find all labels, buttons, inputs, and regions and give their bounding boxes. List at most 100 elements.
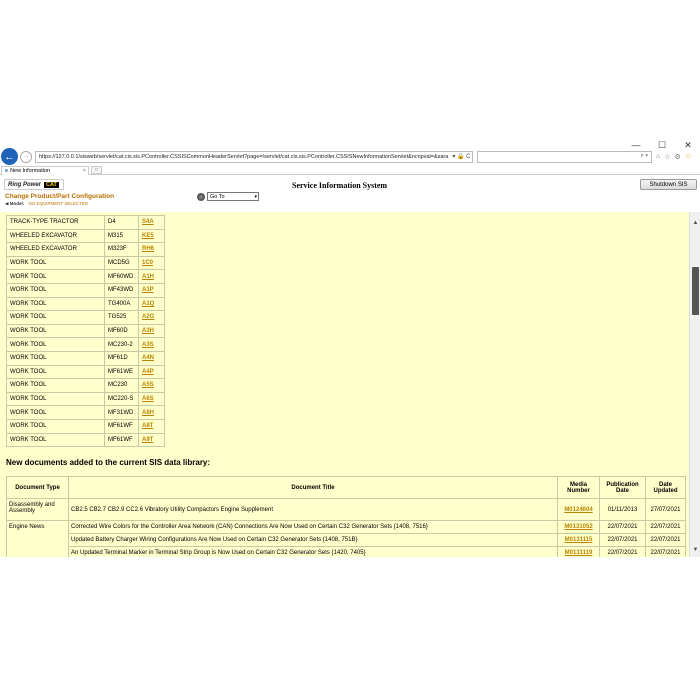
scroll-thumb[interactable]: [692, 267, 699, 315]
shutdown-sis-button[interactable]: Shutdown SIS: [640, 179, 697, 190]
serial-prefix-link[interactable]: A4P: [142, 369, 154, 375]
document-type: Disassembly and Assembly: [6, 498, 69, 521]
media-number-link[interactable]: M0131115: [565, 537, 593, 543]
product-row: WORK TOOL TG525 A2G: [6, 310, 165, 325]
date-updated: 22/07/2021: [645, 533, 686, 547]
product-prefix-cell: A1P: [138, 282, 165, 298]
date-updated: 22/07/2021: [645, 520, 686, 534]
search-icon: ⌕ ▾: [640, 153, 648, 159]
product-model: MC230-2: [104, 337, 139, 352]
serial-prefix-link[interactable]: A1P: [142, 287, 154, 293]
serial-prefix-link[interactable]: A3H: [142, 328, 154, 334]
scroll-down-icon[interactable]: ▼: [690, 545, 700, 555]
publication-date: 22/07/2021: [599, 546, 646, 557]
sis-header: Ring Power CAT Service Information Syste…: [0, 176, 700, 212]
document-title: Corrected Wire Colors for the Controller…: [68, 520, 558, 534]
ringpower-logo: Ring Power: [8, 181, 42, 188]
search-input[interactable]: ⌕ ▾: [477, 150, 652, 163]
serial-prefix-link[interactable]: A6S: [142, 396, 154, 402]
goto-control: Go To ▾: [197, 192, 259, 201]
product-model: MC230: [104, 378, 139, 393]
docs-header-row: Document Type Document Title Media Numbe…: [6, 476, 686, 499]
product-prefix-cell: A3S: [138, 337, 165, 352]
serial-prefix-link[interactable]: A5S: [142, 382, 154, 388]
product-model: D4: [104, 215, 139, 230]
back-arrow-icon: ←: [4, 150, 15, 163]
serial-prefix-link[interactable]: A8T: [142, 423, 153, 429]
product-row: WORK TOOL MC220-S A6S: [6, 391, 165, 407]
product-prefix-cell: A1H: [138, 269, 165, 284]
new-tab-button[interactable]: □: [91, 166, 102, 174]
security-lock-icon[interactable]: ▾ 🔒 C: [448, 153, 470, 160]
serial-prefix-link[interactable]: A1Q: [142, 301, 154, 307]
document-type: Engine News: [6, 520, 69, 557]
doc-row: Disassembly and Assembly CB2.5 CB2.7 CB2.…: [6, 498, 686, 521]
product-model: TG525: [104, 310, 139, 325]
serial-prefix-link[interactable]: A1H: [142, 274, 154, 280]
product-row: WHEELED EXCAVATOR M323F RH6: [6, 242, 165, 257]
product-model: MC220-S: [104, 391, 139, 407]
home-icon[interactable]: ⌂: [656, 153, 660, 161]
publication-date: 01/11/2013: [599, 498, 646, 521]
serial-prefix-link[interactable]: S4A: [142, 219, 154, 225]
product-prefix-cell: 1C0: [138, 255, 165, 271]
serial-prefix-link[interactable]: A4N: [142, 355, 154, 361]
product-row: WORK TOOL MF43WD A1P: [6, 282, 165, 298]
feedback-smiley-icon[interactable]: ☺: [685, 153, 692, 161]
vertical-scrollbar[interactable]: ▲ ▼: [689, 212, 700, 557]
product-model: MCD5G: [104, 255, 139, 271]
product-prefix-cell: A6S: [138, 391, 165, 407]
forward-button[interactable]: →: [20, 150, 32, 163]
product-family: WORK TOOL: [6, 269, 105, 284]
serial-prefix-link[interactable]: A3S: [142, 342, 154, 348]
publication-date: 22/07/2021: [599, 520, 646, 534]
scroll-up-icon[interactable]: ▲: [690, 218, 700, 228]
serial-prefix-link[interactable]: A9T: [142, 437, 153, 443]
col-date-updated: Date Updated: [645, 476, 686, 499]
media-number-cell: M0124604: [557, 498, 600, 521]
settings-gear-icon[interactable]: ⚙: [675, 153, 681, 161]
media-number-link[interactable]: M0131119: [565, 550, 593, 556]
goto-globe-icon[interactable]: [197, 192, 205, 201]
change-product-config-link[interactable]: Change Product/Part Configuration: [5, 193, 114, 200]
tab-new-information[interactable]: e New Information ×: [1, 166, 89, 175]
document-title: An Updated Terminal Marker in Terminal S…: [68, 546, 558, 557]
serial-prefix-link[interactable]: A2G: [142, 314, 154, 320]
favorites-star-icon[interactable]: ☆: [664, 153, 670, 161]
serial-prefix-link[interactable]: KE5: [142, 233, 154, 239]
content-area: TRACK-TYPE TRACTOR D4 S4A WHEELED EXCAVATOR…: [0, 212, 689, 557]
new-tab-icon: □: [94, 167, 99, 173]
product-model: M323F: [104, 242, 139, 257]
address-bar[interactable]: https://127.0.0.1/sisweb/servlet/cat.cis…: [35, 150, 473, 163]
product-model: MF61WF: [104, 432, 139, 448]
product-prefix-cell: A5S: [138, 378, 165, 393]
document-title: CB2.5 CB2.7 CB2.9 CC2.6 Vibratory Utilit…: [68, 498, 558, 521]
tab-title: New Information: [10, 168, 51, 174]
product-family: WORK TOOL: [6, 337, 105, 352]
serial-prefix-link[interactable]: 1C0: [142, 260, 153, 266]
document-title: Updated Battery Charger Wiring Configura…: [68, 533, 558, 547]
media-number-link[interactable]: M0131052: [564, 524, 592, 530]
product-row: WORK TOOL MF61D A4N: [6, 350, 165, 366]
product-prefix-cell: A4N: [138, 350, 165, 366]
product-model: MF43WD: [104, 282, 139, 298]
tab-close-icon[interactable]: ×: [83, 168, 88, 174]
doc-row: Engine News Corrected Wire Colors for the…: [6, 520, 686, 557]
media-number-cell: M0131052: [557, 520, 600, 534]
product-model: MF60WD: [104, 269, 139, 284]
product-row: WORK TOOL MF61WF A8T: [6, 418, 165, 434]
product-prefix-cell: A3H: [138, 323, 165, 339]
model-arrow-icon: ◀: [5, 201, 9, 206]
product-family: WORK TOOL: [6, 405, 105, 420]
product-family: WORK TOOL: [6, 255, 105, 271]
back-button[interactable]: ←: [1, 148, 18, 165]
media-number-link[interactable]: M0124604: [564, 507, 592, 513]
media-number-cell: M0131115: [557, 533, 600, 547]
product-family: WORK TOOL: [6, 364, 105, 380]
goto-select[interactable]: Go To ▾: [207, 192, 259, 201]
serial-prefix-link[interactable]: A8H: [142, 410, 154, 416]
serial-prefix-link[interactable]: RH6: [142, 246, 154, 252]
model-label: Model:: [9, 201, 25, 206]
dealer-logo: Ring Power CAT: [4, 179, 64, 190]
cat-logo: CAT: [44, 181, 59, 188]
